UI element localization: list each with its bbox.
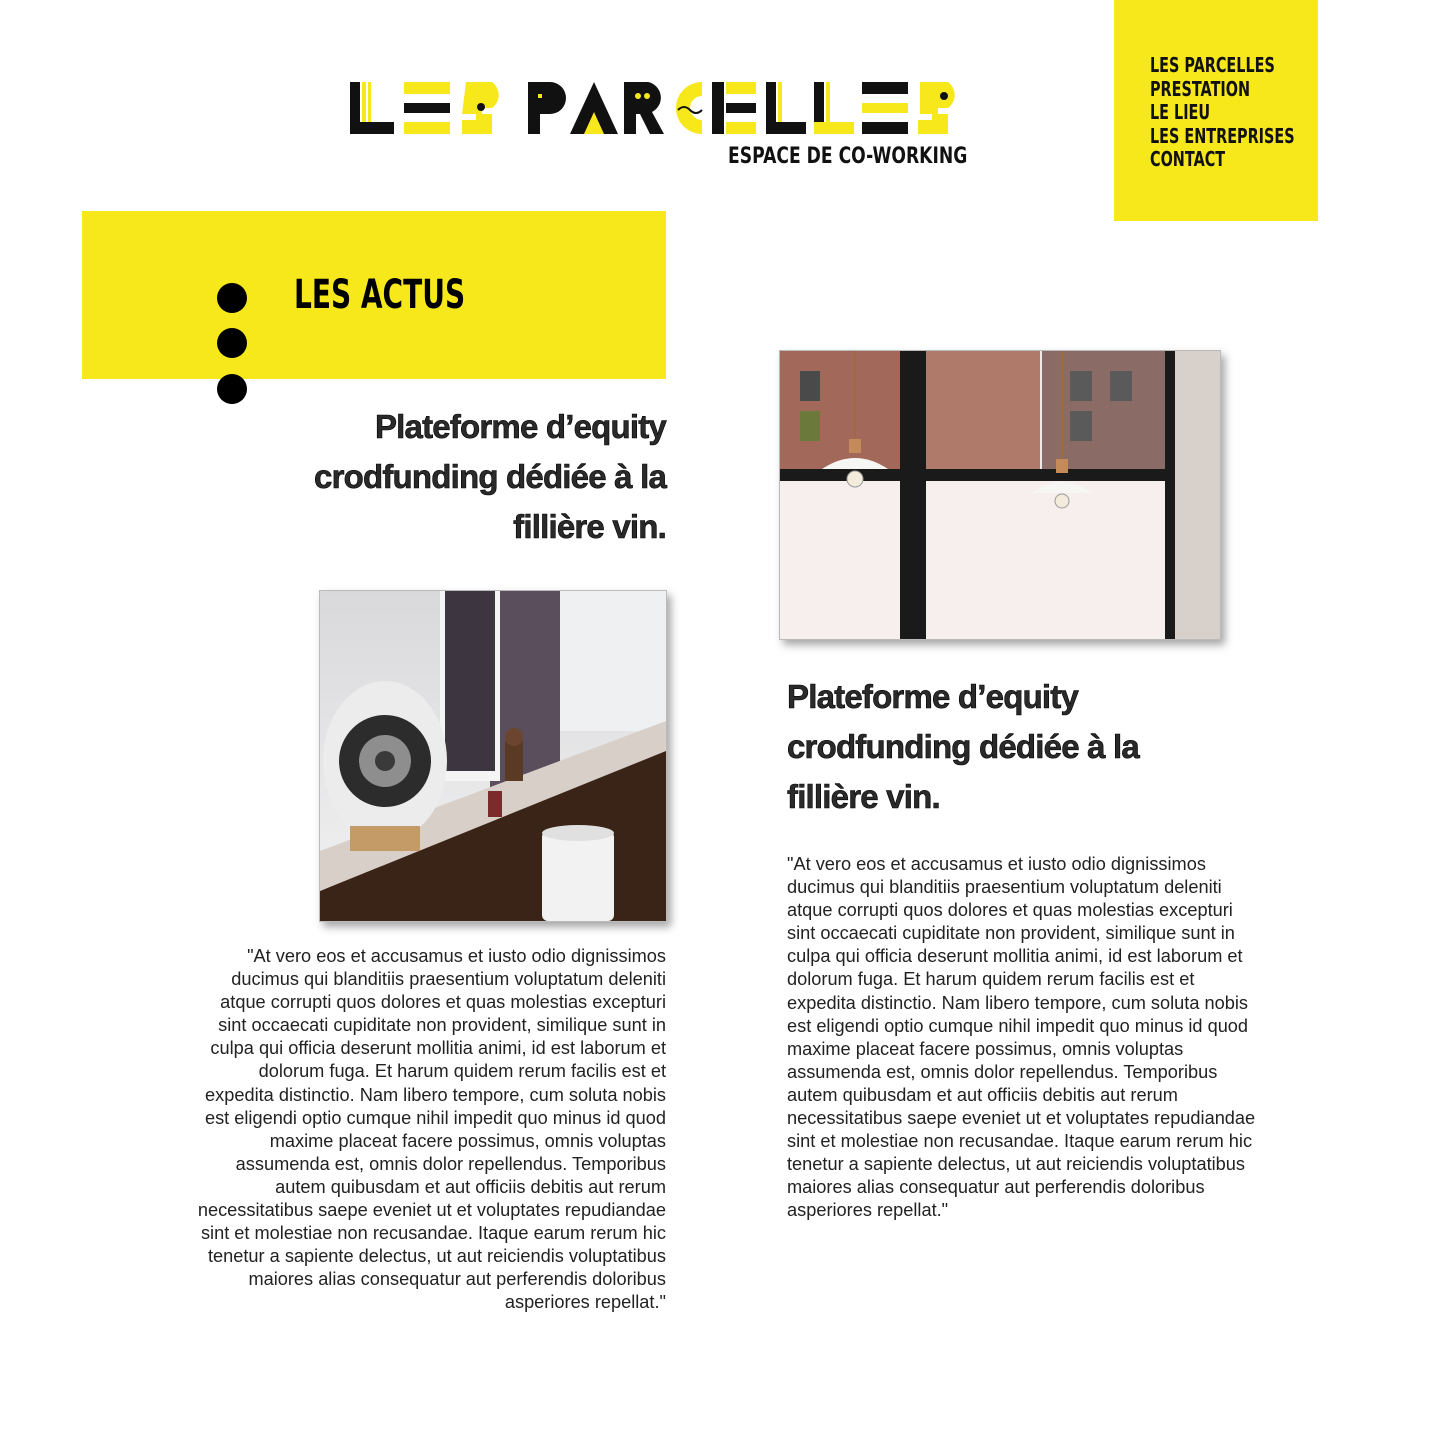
article-image-desk[interactable]: [319, 590, 667, 922]
logo-subtitle: ESPACE DE CO-WORKING: [728, 144, 968, 169]
nav-item-les-entreprises[interactable]: LES ENTREPRISES: [1150, 124, 1295, 149]
article-headline[interactable]: Plateforme d’equity crodfunding dédiée à…: [787, 672, 1207, 822]
bullet-dot-icon: [217, 328, 247, 358]
main-nav: LES PARCELLES PRESTATION LE LIEU LES ENT…: [1114, 0, 1318, 221]
article-image-window[interactable]: [779, 350, 1221, 640]
section-title: LES ACTUS: [294, 272, 466, 318]
article-body: "At vero eos et accusamus et iusto odio …: [197, 946, 666, 1313]
site-logo[interactable]: ESPACE DE CO-WORKING: [348, 74, 968, 184]
article-body: "At vero eos et accusamus et iusto odio …: [787, 854, 1256, 1221]
desk-speaker-photo: [320, 591, 666, 921]
bullet-dot-icon: [217, 283, 247, 313]
window-lamps-photo: [780, 351, 1220, 639]
logo-wordmark: [350, 82, 955, 134]
bullet-dot-icon: [217, 374, 247, 404]
nav-item-contact[interactable]: CONTACT: [1150, 147, 1295, 172]
nav-item-le-lieu[interactable]: LE LIEU: [1150, 100, 1295, 125]
article-headline[interactable]: Plateforme d’equity crodfunding dédiée à…: [246, 402, 667, 552]
nav-item-prestation[interactable]: PRESTATION: [1150, 77, 1295, 102]
nav-item-les-parcelles[interactable]: LES PARCELLES: [1150, 53, 1295, 78]
